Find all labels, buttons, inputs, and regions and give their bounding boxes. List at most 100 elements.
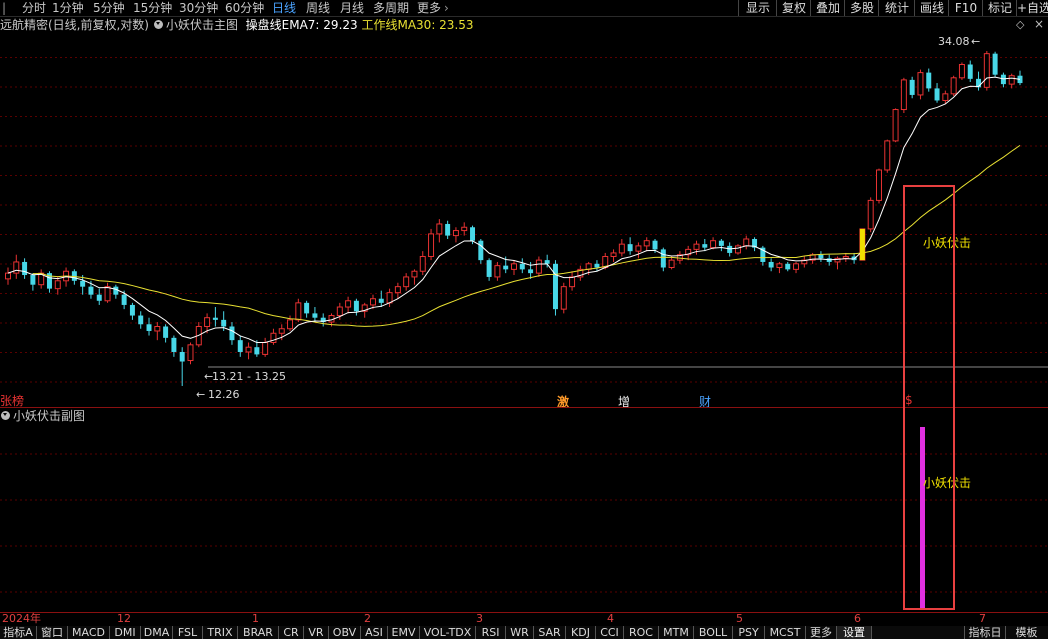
tab-indicator-a[interactable]: 指标A (0, 626, 37, 639)
dropdown-circle-icon[interactable] (1, 411, 10, 420)
candle-body (535, 259, 542, 274)
multi-stock-button[interactable]: 多股 (844, 0, 879, 16)
tab-indicator-day[interactable]: 指标日 (964, 626, 1006, 639)
candle-body (461, 226, 468, 232)
tab-asi[interactable]: ASI (361, 626, 388, 639)
dropdown-circle-icon[interactable] (154, 20, 163, 29)
tab-boll[interactable]: BOLL (694, 626, 733, 639)
mark-button[interactable]: 标记 (982, 0, 1017, 16)
tab-vr[interactable]: VR (304, 626, 329, 639)
tab-emv[interactable]: EMV (388, 626, 420, 639)
candle-body (254, 347, 260, 355)
candle-body (113, 286, 119, 295)
pane-divider[interactable] (0, 407, 1048, 408)
candle-body (386, 292, 393, 304)
candle-body (436, 223, 443, 235)
candle-body (121, 294, 127, 305)
tab-dmi[interactable]: DMI (110, 626, 141, 639)
candle-body (842, 256, 849, 259)
candle-body (1008, 75, 1015, 85)
candle-body (478, 240, 484, 261)
candle-body (569, 276, 576, 288)
candle-body (245, 346, 252, 353)
subchart-title[interactable]: 小妖伏击副图 (13, 409, 85, 423)
tab-rsi[interactable]: RSI (476, 626, 506, 639)
candle-body (544, 260, 550, 264)
tab-settings[interactable]: 设置 (837, 626, 872, 639)
stock-title: 远航精密(日线,前复权,对数) (0, 18, 149, 32)
tab-psy[interactable]: PSY (733, 626, 765, 639)
tab-roc[interactable]: ROC (624, 626, 659, 639)
period-tab[interactable]: 30分钟 (179, 0, 218, 16)
candle-body (892, 109, 899, 142)
draw-button[interactable]: 画线 (914, 0, 949, 16)
indicator-tab-bar: 指标A 窗口 MACD DMI DMA FSL TRIX BRAR CR VR … (0, 626, 1048, 639)
candle-body (154, 325, 161, 332)
main-price-chart[interactable] (0, 33, 1048, 408)
add-watchlist-button[interactable]: +自选 (1016, 0, 1048, 16)
tab-dma[interactable]: DMA (141, 626, 173, 639)
tab-obv[interactable]: OBV (329, 626, 361, 639)
candle-body (900, 79, 907, 111)
ema-value: 操盘线EMA7: 29.23 (245, 18, 358, 32)
settings-diamond-icon[interactable]: ◇ (1016, 18, 1024, 31)
candle-body (88, 286, 94, 295)
candle-body (304, 302, 310, 314)
candle-body (470, 227, 476, 241)
candle-body (13, 261, 20, 274)
candle-body (917, 72, 924, 96)
adjust-button[interactable]: 复权 (776, 0, 811, 16)
period-tab[interactable]: 60分钟 (225, 0, 264, 16)
tab-macd[interactable]: MACD (68, 626, 110, 639)
sub-indicator-chart[interactable] (0, 424, 1048, 612)
candle-body (428, 233, 435, 258)
display-button[interactable]: 显示 (738, 0, 777, 16)
tab-more[interactable]: 更多 (806, 626, 837, 639)
period-tab[interactable]: 15分钟 (133, 0, 172, 16)
candle-body (668, 259, 675, 268)
period-tab-more[interactable]: 更多 (417, 0, 441, 16)
overlay-button[interactable]: 叠加 (810, 0, 845, 16)
indicator-name[interactable]: 小妖伏击主图 (166, 18, 238, 32)
tab-fsl[interactable]: FSL (173, 626, 203, 639)
period-tab-active[interactable]: 日线 (272, 0, 296, 16)
tab-wr[interactable]: WR (506, 626, 534, 639)
date-label: 6 (854, 612, 861, 625)
indicator-info-bar: 远航精密(日线,前复权,对数) 小妖伏击主图 操盘线EMA7: 29.23 工作线… (0, 17, 474, 33)
ma30-value: 工作线MA30: 23.53 (361, 18, 474, 32)
tab-cr[interactable]: CR (279, 626, 304, 639)
tab-sar[interactable]: SAR (534, 626, 566, 639)
candle-body (353, 300, 359, 312)
period-tab[interactable]: 月线 (340, 0, 364, 16)
gap-range-label: 13.21 - 13.25 (212, 370, 286, 383)
tab-cci[interactable]: CCI (596, 626, 624, 639)
stats-button[interactable]: 统计 (878, 0, 915, 16)
tab-kdj[interactable]: KDJ (566, 626, 596, 639)
tab-trix[interactable]: TRIX (203, 626, 238, 639)
candle-body (494, 265, 501, 278)
date-axis-line (0, 612, 1048, 613)
candle-body (528, 269, 534, 274)
chevron-right-icon[interactable]: › (444, 0, 449, 16)
candle-body (610, 252, 617, 258)
period-tab[interactable]: 分时 (22, 0, 46, 16)
tab-window[interactable]: 窗口 (37, 626, 68, 639)
f10-button[interactable]: F10 (948, 0, 983, 16)
candle-body (204, 317, 211, 327)
period-tab[interactable]: 5分钟 (93, 0, 125, 16)
date-label: 7 (979, 612, 986, 625)
tab-mtm[interactable]: MTM (659, 626, 694, 639)
period-tab[interactable]: 多周期 (373, 0, 409, 16)
candle-body (287, 319, 294, 330)
period-tab[interactable]: 1分钟 (52, 0, 84, 16)
period-left-arrow-icon[interactable]: | (2, 0, 6, 16)
candle-body (129, 304, 135, 316)
candle-body (785, 263, 791, 270)
tab-template[interactable]: 模板 (1005, 626, 1048, 639)
tab-vol-tdx[interactable]: VOL-TDX (420, 626, 476, 639)
close-icon[interactable]: × (1034, 17, 1044, 31)
tab-brar[interactable]: BRAR (238, 626, 279, 639)
tab-mcst[interactable]: MCST (765, 626, 806, 639)
period-tab[interactable]: 周线 (306, 0, 330, 16)
candle-body (336, 306, 343, 317)
